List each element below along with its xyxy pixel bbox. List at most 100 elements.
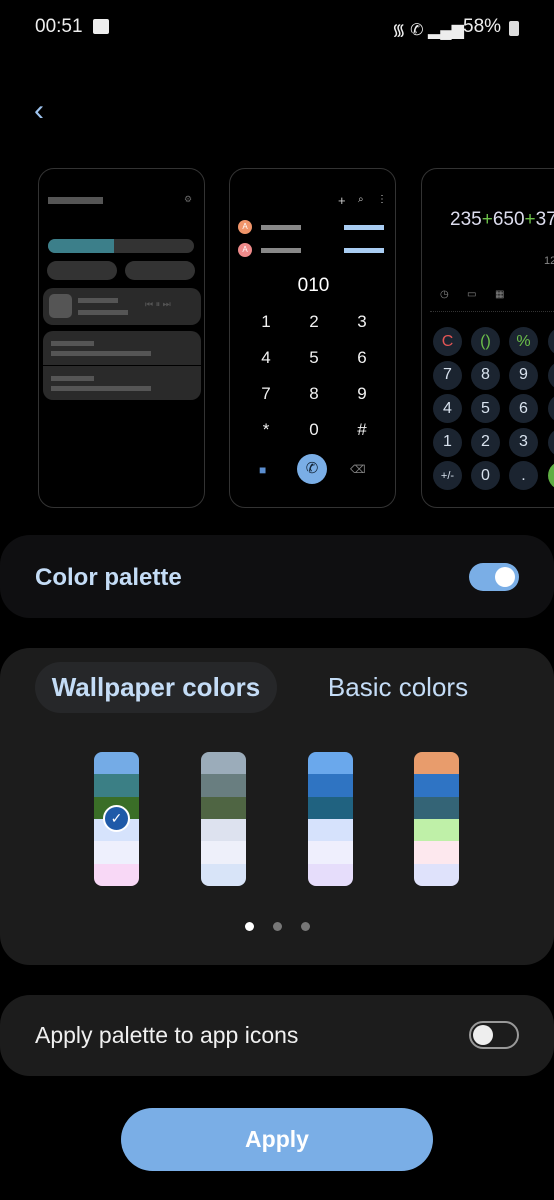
swatch-color [414, 818, 459, 842]
media-controls-icon: ⏮ ⏸ ⏭ [145, 299, 171, 309]
add-icon: + [338, 193, 346, 208]
status-icons: ᯾ ✆ ▂▄▆ [392, 18, 464, 40]
swatch-color [201, 863, 246, 886]
swatch-color [201, 774, 246, 797]
calc-key: C [433, 327, 462, 356]
signal-icon: ▂▄▆ [427, 22, 464, 39]
calc-key [548, 394, 554, 423]
notification-card [43, 366, 201, 400]
dial-key: 7 [261, 384, 271, 403]
calc-key: 4 [433, 394, 462, 423]
dial-key: 5 [309, 348, 319, 367]
calc-key: 1 [433, 427, 462, 457]
palette-swatch[interactable] [414, 752, 459, 886]
calc-key: % [509, 327, 538, 356]
calc-key: 2 [471, 427, 500, 457]
calc-key: 8 [471, 360, 500, 390]
swatch-color [308, 863, 353, 886]
gallery-icon [93, 19, 109, 34]
calc-key: +/- [433, 461, 462, 490]
dial-key: 4 [261, 348, 271, 367]
apply-icons-toggle[interactable] [469, 1021, 519, 1049]
color-palette-toggle[interactable] [469, 563, 519, 591]
page-dot[interactable] [273, 922, 282, 931]
page-dot[interactable] [301, 922, 310, 931]
ruler-icon: ▭ [467, 289, 477, 300]
placeholder-bar [48, 197, 103, 204]
color-palette-row[interactable]: Color palette [0, 535, 554, 618]
search-icon: ⌕ [358, 194, 364, 205]
palette-swatch[interactable] [308, 752, 353, 886]
tab-wallpaper-colors[interactable]: Wallpaper colors [35, 662, 277, 713]
preview-calculator[interactable]: 235+650+37 12 ◷ ▭ ▦ C()%789456123+/-0. [421, 168, 554, 508]
call-button: ✆ [297, 454, 327, 484]
calc-key: () [471, 327, 500, 356]
dial-key: # [357, 420, 367, 439]
wifi-6-icon: ᯾ [392, 22, 406, 39]
back-button[interactable]: ‹ [34, 94, 44, 128]
dial-key: 8 [309, 384, 319, 403]
calc-key: . [509, 461, 538, 490]
swatch-color [94, 774, 139, 797]
calc-key: 3 [509, 427, 538, 457]
notification-card [43, 331, 201, 365]
dial-key: * [262, 420, 270, 439]
swatch-color [201, 841, 246, 864]
calc-key [548, 360, 554, 390]
check-icon: ✓ [103, 805, 130, 832]
swatch-color [201, 818, 246, 842]
apply-button[interactable]: Apply [121, 1108, 433, 1171]
dial-key: 9 [357, 384, 367, 403]
video-call-icon: ■ [259, 463, 267, 477]
dial-key: 0 [309, 420, 319, 439]
tab-label: Wallpaper colors [51, 672, 261, 702]
more-icon: ⋮ [377, 194, 387, 205]
swatch-color [414, 774, 459, 797]
swatch-color [414, 796, 459, 819]
swatch-color [308, 752, 353, 775]
page-dot-active[interactable] [245, 922, 254, 931]
apply-icons-row[interactable]: Apply palette to app icons [0, 995, 554, 1076]
tab-basic-colors[interactable]: Basic colors [300, 662, 496, 713]
swatch-color [308, 774, 353, 797]
swatch-color [94, 752, 139, 775]
dialed-number: 010 [297, 275, 330, 296]
dial-key: 3 [357, 312, 367, 331]
swatch-color [308, 796, 353, 819]
contact-avatar: A [238, 220, 252, 234]
gear-icon: ⚙ [184, 194, 193, 204]
wifi-call-icon: ✆ [410, 22, 424, 39]
palette-swatch[interactable] [201, 752, 246, 886]
calc-key: 9 [509, 360, 538, 390]
calc-equals-key [548, 461, 554, 490]
swatch-color [94, 841, 139, 864]
calc-key [548, 327, 554, 356]
status-time: 00:51 [35, 16, 83, 37]
swatch-color [201, 752, 246, 775]
preview-quick-panel[interactable]: ⚙ ≋ ◀ ᛒ ⟳ ✈ ▼ ⏮ ⏸ ⏭ [38, 168, 205, 508]
calc-result: 12 [544, 255, 554, 267]
palette-panel: Wallpaper colors Basic colors [0, 648, 554, 965]
battery-percent: 58% [463, 16, 502, 37]
preview-dialer[interactable]: + ⌕ ⋮ A A 010 1 2 3 4 5 6 7 8 9 * 0 # ■ ✆ ⌫ [229, 168, 396, 508]
swatch-color [308, 818, 353, 842]
calc-expression: 235+650+37 [450, 209, 554, 230]
backspace-icon: ⌫ [350, 464, 366, 476]
dial-key: 2 [309, 312, 319, 331]
dial-key: 1 [261, 312, 271, 331]
swatch-color [414, 752, 459, 775]
swatch-color [94, 863, 139, 886]
color-palette-label: Color palette [35, 564, 182, 591]
calc-key: 5 [471, 394, 500, 423]
battery-icon [509, 21, 519, 36]
dial-key: 6 [357, 348, 367, 367]
calc-key: 0 [471, 461, 500, 490]
calc-key [548, 427, 554, 457]
placeholder-pill [47, 261, 117, 280]
swatch-color [308, 841, 353, 864]
history-icon: ◷ [440, 289, 449, 300]
swatch-color [414, 863, 459, 886]
brightness-slider [48, 239, 194, 253]
apply-icons-label: Apply palette to app icons [35, 1022, 299, 1048]
media-card: ⏮ ⏸ ⏭ [43, 288, 201, 325]
